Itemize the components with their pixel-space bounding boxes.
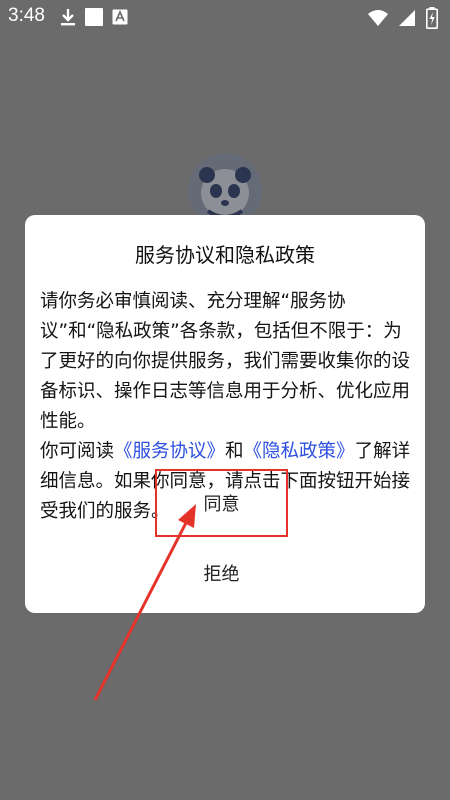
status-left-icons: [60, 7, 128, 27]
battery-charging-icon: [426, 7, 438, 29]
status-time: 3:48: [8, 5, 45, 26]
para2-and: 和: [225, 441, 244, 462]
status-right-icons: [368, 7, 438, 29]
agree-button-highlight: 同意: [155, 469, 288, 537]
wifi-icon: [368, 9, 388, 27]
status-bar: 3:48: [0, 0, 450, 34]
agree-button[interactable]: 同意: [157, 471, 286, 535]
dialog-title: 服务协议和隐私政策: [135, 243, 315, 267]
dialog-paragraph-1: 请你务必审慎阅读、充分理解“服务协议”和“隐私政策”各条款，包括但不限于：为了更…: [40, 291, 411, 432]
white-square-icon: [84, 7, 104, 27]
privacy-dialog: 服务协议和隐私政策 请你务必审慎阅读、充分理解“服务协议”和“隐私政策”各条款，…: [25, 215, 425, 613]
signal-icon: [398, 9, 416, 27]
text-a-icon: [112, 9, 128, 25]
privacy-policy-link[interactable]: 《隐私政策》: [244, 441, 355, 462]
reject-button[interactable]: 拒绝: [155, 551, 288, 595]
service-agreement-link[interactable]: 《服务协议》: [114, 441, 225, 462]
para2-prefix: 你可阅读: [40, 441, 115, 462]
download-icon: [60, 7, 76, 27]
